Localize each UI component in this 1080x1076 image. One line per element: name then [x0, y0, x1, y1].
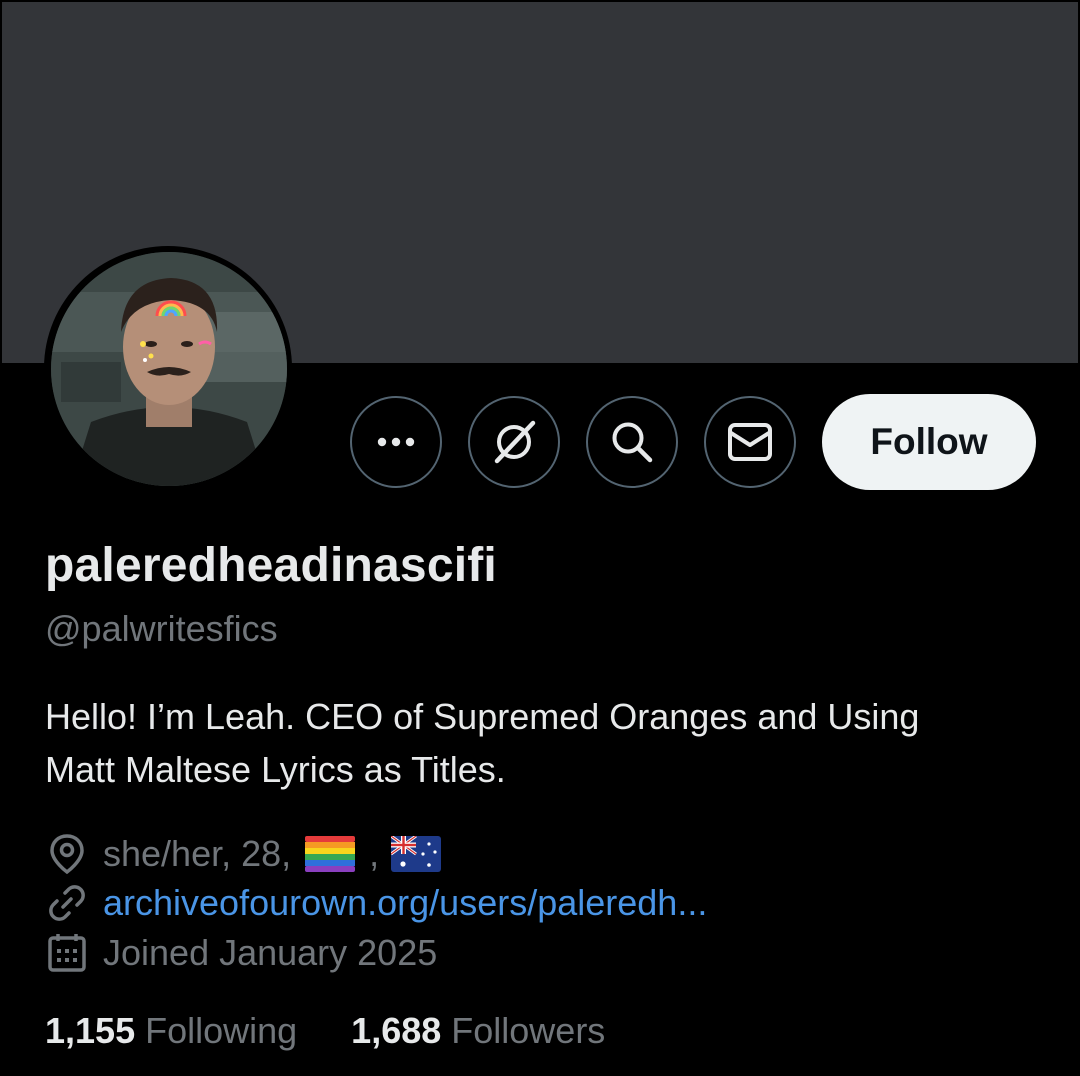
location-pin-icon — [50, 834, 84, 875]
message-button[interactable] — [704, 396, 796, 488]
following-label: Following — [145, 1010, 298, 1051]
display-name: paleredheadinascifi — [45, 539, 497, 592]
grok-button[interactable] — [468, 396, 560, 488]
joined-text: Joined January 2025 — [103, 932, 438, 973]
search-button[interactable] — [586, 396, 678, 488]
location-separator: , — [369, 833, 380, 874]
grok-icon — [494, 420, 536, 464]
joined-row: Joined January 2025 — [45, 929, 437, 977]
website-link[interactable]: archiveofourown.org/users/paleredh... — [103, 882, 707, 924]
bio-line: Matt Maltese Lyrics as Titles. — [45, 749, 506, 790]
rainbow-flag-icon — [305, 836, 356, 872]
more-button[interactable] — [350, 396, 442, 488]
followers-count: 1,688 — [351, 1010, 442, 1051]
user-handle: @palwritesfics — [45, 608, 278, 649]
following-count: 1,155 — [45, 1010, 136, 1051]
avatar[interactable] — [51, 252, 287, 486]
followers-link[interactable]: 1,688 Followers — [351, 1010, 605, 1052]
website-row: archiveofourown.org/users/paleredh... — [45, 879, 707, 927]
more-dots-icon — [377, 437, 415, 447]
link-icon — [49, 885, 85, 921]
followers-label: Followers — [451, 1010, 606, 1051]
profile-bio: Hello! I’m Leah. CEO of Supremed Oranges… — [45, 690, 1045, 796]
australia-flag-icon — [391, 836, 442, 872]
search-icon — [612, 422, 653, 463]
following-link[interactable]: 1,155 Following — [45, 1010, 297, 1052]
bio-line: Hello! I’m Leah. CEO of Supremed Oranges… — [45, 696, 920, 737]
follow-button[interactable]: Follow — [822, 394, 1036, 490]
follow-stats: 1,155 Following 1,688 Followers — [45, 1010, 659, 1052]
profile-actions — [350, 394, 822, 490]
envelope-icon — [728, 423, 772, 461]
calendar-icon — [48, 934, 86, 972]
profile-page: Follow paleredheadinascifi @palwritesfic… — [0, 0, 1080, 1076]
location-row: she/her, 28, , — [45, 830, 455, 878]
location-text: she/her, 28, — [103, 833, 302, 874]
